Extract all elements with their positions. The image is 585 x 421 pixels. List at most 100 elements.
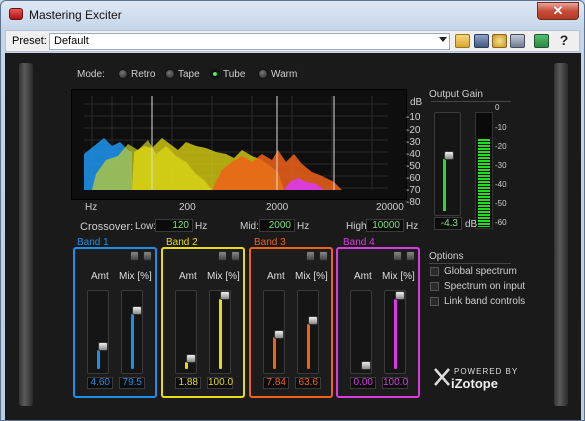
db-unit-label: dB bbox=[410, 97, 423, 108]
solo-icon[interactable] bbox=[393, 251, 402, 261]
solo-icon[interactable] bbox=[218, 251, 227, 261]
band4-mix-knob[interactable] bbox=[395, 291, 405, 300]
band2-mix-knob[interactable] bbox=[220, 291, 230, 300]
output-gain-fader[interactable] bbox=[434, 112, 461, 216]
crossover-low-input[interactable]: 120 bbox=[155, 219, 193, 232]
spectrum-on-input-checkbox[interactable] bbox=[430, 282, 439, 291]
powered-by-text: POWERED BY bbox=[454, 367, 519, 376]
band1-amt-knob[interactable] bbox=[98, 342, 108, 351]
output-level-meter bbox=[475, 112, 493, 229]
band1-mix-value[interactable]: 79.5 bbox=[119, 377, 145, 389]
band2-amt-value[interactable]: 1.88 bbox=[175, 377, 201, 389]
band2-mix-value[interactable]: 100.0 bbox=[207, 377, 233, 389]
band4-amt-slider[interactable] bbox=[350, 290, 372, 374]
band4-mix-slider[interactable] bbox=[384, 290, 406, 374]
solo-icon[interactable] bbox=[130, 251, 139, 261]
band2-mix-slider[interactable] bbox=[209, 290, 231, 374]
link-band-controls-checkbox[interactable] bbox=[430, 297, 439, 306]
save-all-icon[interactable] bbox=[510, 34, 525, 48]
chevron-down-icon bbox=[439, 37, 447, 42]
meter-tick-20: -20 bbox=[495, 142, 507, 151]
band4-mix-value[interactable]: 100.0 bbox=[382, 377, 408, 389]
band1-panel: Amt Mix [%] 4.60 79.5 bbox=[73, 247, 157, 398]
global-spectrum-checkbox[interactable] bbox=[430, 267, 439, 276]
mode-tape-radio[interactable] bbox=[165, 69, 175, 79]
band1-amt-slider[interactable] bbox=[87, 290, 109, 374]
output-fader-fill bbox=[443, 159, 446, 211]
output-divider bbox=[431, 101, 511, 102]
band1-mix-fill bbox=[131, 314, 134, 369]
db-tick-60: -60 bbox=[406, 173, 421, 184]
open-folder-icon[interactable] bbox=[455, 34, 470, 48]
meter-tick-60: -60 bbox=[495, 218, 507, 227]
hz-tick-200: 200 bbox=[179, 202, 196, 213]
crossover-high-unit: Hz bbox=[406, 221, 419, 232]
band2-amt-slider[interactable] bbox=[175, 290, 197, 374]
band1-mix-knob[interactable] bbox=[132, 306, 142, 315]
preset-value: Default bbox=[54, 35, 89, 47]
crossover-low-unit: Hz bbox=[195, 221, 208, 232]
output-gain-value[interactable]: -4.3 bbox=[434, 217, 462, 230]
window-title: Mastering Exciter bbox=[29, 8, 122, 22]
help-button[interactable]: ? bbox=[557, 33, 571, 48]
band1-mix-slider[interactable] bbox=[121, 290, 143, 374]
band3-amt-slider[interactable] bbox=[263, 290, 285, 374]
meter-tick-0: 0 bbox=[495, 103, 500, 112]
spectrum-analyzer[interactable] bbox=[71, 89, 407, 200]
bypass-icon[interactable] bbox=[231, 251, 240, 261]
crossover-mid-unit: Hz bbox=[297, 221, 310, 232]
mode-retro-radio[interactable] bbox=[118, 69, 128, 79]
preset-dropdown[interactable]: Default bbox=[49, 33, 450, 50]
mode-label: Mode: bbox=[77, 69, 105, 80]
hz-unit-label: Hz bbox=[85, 202, 98, 213]
bypass-icon[interactable] bbox=[143, 251, 152, 261]
band2-mix-fill bbox=[219, 299, 222, 369]
hz-tick-2000: 2000 bbox=[266, 202, 289, 213]
band3-amt-value[interactable]: 7.84 bbox=[263, 377, 289, 389]
crossover-low-label: Low: bbox=[135, 221, 157, 232]
band2-panel: Amt Mix [%] 1.88 100.0 bbox=[161, 247, 245, 398]
band3-mix-knob[interactable] bbox=[308, 316, 318, 325]
crossover-high-input[interactable]: 10000 bbox=[366, 219, 404, 232]
output-fader-knob[interactable] bbox=[444, 151, 454, 160]
band3-mix-slider[interactable] bbox=[297, 290, 319, 374]
left-rack-rail bbox=[19, 63, 33, 406]
band3-mix-fill bbox=[307, 324, 310, 369]
band4-panel: Amt Mix [%] 0.00 100.0 bbox=[336, 247, 420, 398]
app-icon bbox=[9, 8, 23, 20]
band3-amt-label: Amt bbox=[267, 271, 285, 282]
band3-mix-value[interactable]: 63.6 bbox=[295, 377, 321, 389]
crossover-mid-label: Mid: bbox=[240, 221, 259, 232]
close-button[interactable]: ✕ bbox=[537, 2, 579, 20]
rename-preset-icon[interactable] bbox=[492, 34, 507, 48]
db-tick-10: -10 bbox=[406, 112, 421, 123]
hz-tick-20000: 20000 bbox=[376, 202, 404, 213]
band2-amt-knob[interactable] bbox=[186, 354, 196, 363]
mode-warm-radio[interactable] bbox=[258, 69, 268, 79]
crossover-mid-input[interactable]: 2000 bbox=[259, 219, 295, 232]
preset-label: Preset: bbox=[12, 35, 47, 47]
bypass-icon[interactable] bbox=[319, 251, 328, 261]
band4-mix-fill bbox=[394, 299, 397, 369]
db-tick-40: -40 bbox=[406, 149, 421, 160]
band4-amt-label: Amt bbox=[354, 271, 372, 282]
crossover-label: Crossover: bbox=[80, 221, 134, 233]
band4-amt-knob[interactable] bbox=[361, 361, 371, 370]
band4-amt-value[interactable]: 0.00 bbox=[350, 377, 376, 389]
band2-amt-fill bbox=[185, 362, 188, 369]
band3-amt-knob[interactable] bbox=[274, 330, 284, 339]
db-tick-80: -80 bbox=[406, 197, 421, 208]
solo-icon[interactable] bbox=[306, 251, 315, 261]
compare-icon[interactable] bbox=[534, 34, 549, 48]
preset-toolbar: Preset: Default ? bbox=[5, 30, 580, 52]
title-bar[interactable]: Mastering Exciter ✕ bbox=[1, 1, 584, 29]
mode-tube-label: Tube bbox=[223, 69, 246, 80]
mode-tube-radio[interactable] bbox=[210, 69, 220, 79]
meter-tick-30: -30 bbox=[495, 161, 507, 170]
band2-amt-label: Amt bbox=[179, 271, 197, 282]
band1-amt-value[interactable]: 4.60 bbox=[87, 377, 113, 389]
band3-amt-fill bbox=[273, 337, 276, 369]
save-icon[interactable] bbox=[474, 34, 489, 48]
bypass-icon[interactable] bbox=[406, 251, 415, 261]
options-title: Options bbox=[429, 251, 464, 262]
